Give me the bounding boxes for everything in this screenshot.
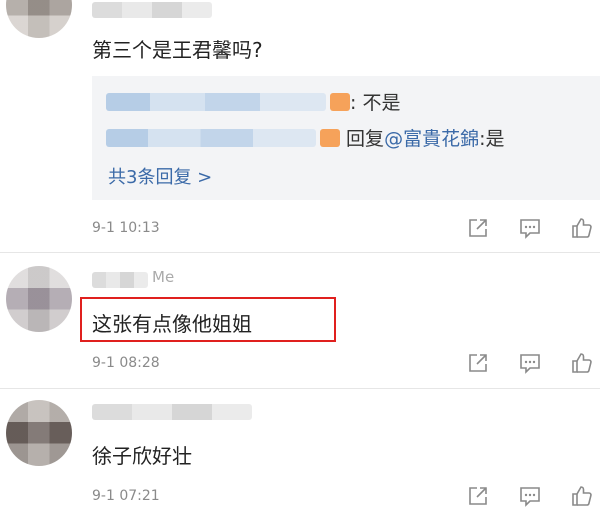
highlight-annotation	[80, 297, 336, 342]
view-more-replies-link[interactable]: 共3条回复 >	[108, 163, 212, 189]
avatar[interactable]	[6, 0, 72, 38]
share-icon[interactable]	[466, 484, 490, 508]
comment-icon[interactable]	[518, 484, 542, 508]
reply-thread: : 不是 回复@富貴花錦:是 共3条回复 >	[92, 76, 600, 200]
mention-link[interactable]: @富貴花錦	[384, 128, 479, 150]
reply-author[interactable]	[106, 129, 316, 147]
comment-text: 第三个是王君馨吗?	[92, 38, 263, 62]
commenter-name-visible[interactable]: Me	[152, 268, 174, 286]
avatar[interactable]	[6, 266, 72, 332]
like-icon[interactable]	[570, 216, 594, 240]
reply-item[interactable]: 回复@富貴花錦:是	[106, 124, 504, 151]
reply-word: 回复	[346, 128, 385, 150]
share-icon[interactable]	[466, 351, 490, 375]
comment-icon[interactable]	[518, 351, 542, 375]
commenter-name[interactable]	[92, 2, 212, 18]
comment-timestamp: 9-1 10:13	[92, 220, 160, 236]
reply-text: :是	[479, 128, 505, 150]
reply-author[interactable]	[106, 93, 326, 111]
comment-divider	[0, 252, 600, 253]
comment-icon[interactable]	[518, 216, 542, 240]
commenter-name[interactable]	[92, 404, 252, 420]
reply-text: : 不是	[350, 92, 401, 114]
vip-badge-icon	[330, 93, 350, 111]
comment-timestamp: 9-1 08:28	[92, 355, 160, 371]
avatar[interactable]	[6, 400, 72, 466]
vip-badge-icon	[320, 129, 340, 147]
like-icon[interactable]	[570, 484, 594, 508]
commenter-name[interactable]	[92, 272, 148, 288]
like-icon[interactable]	[570, 351, 594, 375]
comment-divider	[0, 388, 600, 389]
comment-text: 徐子欣好壮	[92, 444, 192, 468]
share-icon[interactable]	[466, 216, 490, 240]
reply-item[interactable]: : 不是	[106, 88, 400, 115]
comment-timestamp: 9-1 07:21	[92, 488, 160, 504]
